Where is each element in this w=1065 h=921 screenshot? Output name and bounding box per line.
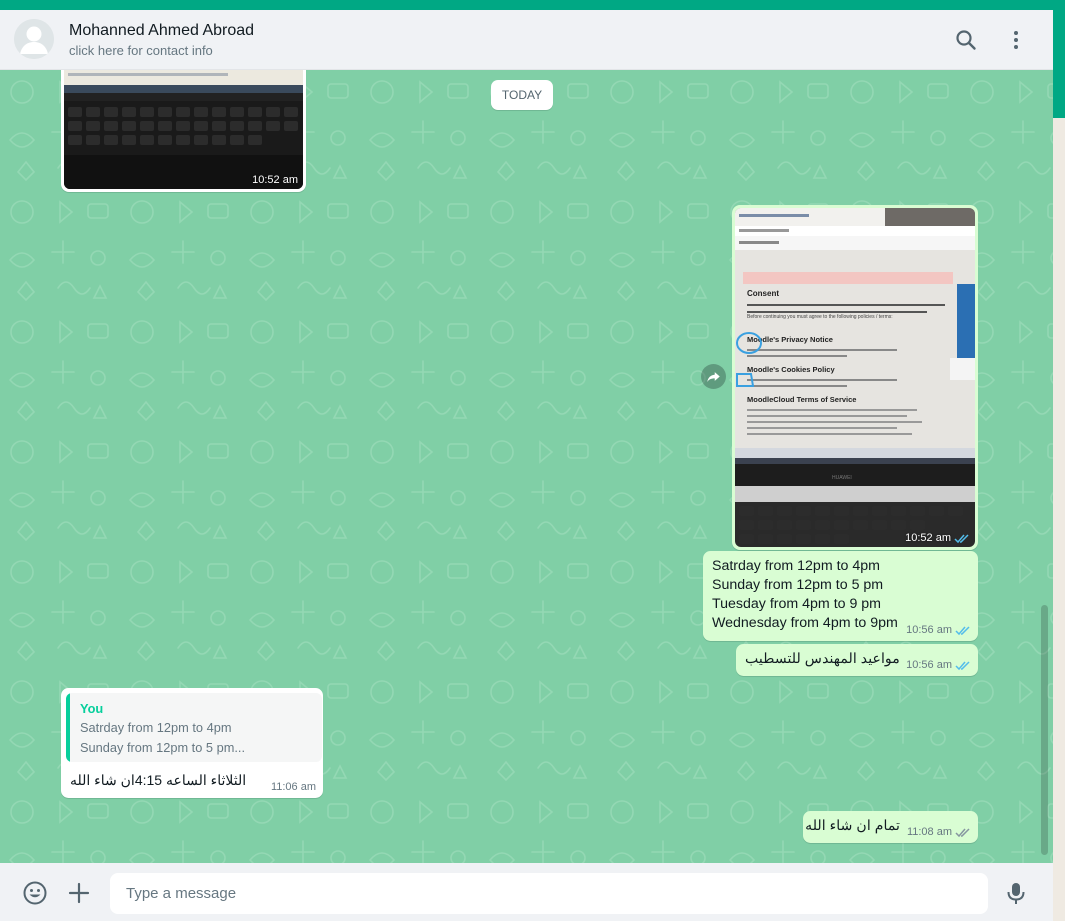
image-message[interactable]: Consent Before continuing you must agree… bbox=[732, 205, 978, 550]
message-time: 10:56 am bbox=[906, 659, 952, 671]
message-meta: 10:56 am bbox=[906, 624, 971, 636]
avatar[interactable] bbox=[14, 19, 54, 59]
message-time: 10:52 am bbox=[252, 174, 298, 186]
chat-panel[interactable]: TODAY 10:52 am Consent Before continuing… bbox=[0, 70, 1053, 863]
message-time: 10:56 am bbox=[906, 624, 952, 636]
message-line: Sunday from 12pm to 5 pm bbox=[712, 577, 884, 593]
message-line: مواعيد المهندس للتسطيب bbox=[745, 651, 900, 667]
attach-plus-icon[interactable] bbox=[66, 880, 92, 906]
message-line: Tuesday from 4pm to 9 pm bbox=[712, 596, 882, 612]
chat-header[interactable]: Mohanned Ahmed Abroad click here for con… bbox=[0, 10, 1053, 70]
message-photo[interactable] bbox=[64, 70, 303, 189]
message-meta: 11:08 am bbox=[907, 826, 971, 838]
default-avatar-icon bbox=[14, 19, 54, 59]
message-time: 11:06 am bbox=[270, 781, 316, 793]
message-bubble-outgoing[interactable]: Satrday from 12pm to 4pm Sunday from 12p… bbox=[703, 551, 978, 641]
double-check-icon bbox=[955, 827, 970, 837]
message-meta: 11:06 am bbox=[271, 781, 316, 793]
double-check-icon bbox=[954, 533, 969, 543]
message-bubble-incoming[interactable]: You Satrday from 12pm to 4pm Sunday from… bbox=[61, 688, 323, 798]
quote-line: Sunday from 12pm to 5 pm... bbox=[80, 740, 246, 755]
laptop-screen-photo: Consent Before continuing you must agree… bbox=[735, 208, 975, 547]
message-line: Satrday from 12pm to 4pm bbox=[712, 558, 880, 574]
message-photo[interactable]: Consent Before continuing you must agree… bbox=[735, 208, 975, 547]
message-meta: 10:52 am bbox=[252, 174, 298, 186]
double-check-icon bbox=[955, 660, 970, 670]
laptop-photo bbox=[64, 70, 303, 189]
double-check-icon bbox=[955, 625, 970, 635]
message-line: الثلاثاء الساعه 4:15ان شاء الله bbox=[70, 772, 247, 788]
message-time: 10:52 am bbox=[905, 532, 951, 544]
quoted-message[interactable]: You Satrday from 12pm to 4pm Sunday from… bbox=[66, 693, 322, 762]
contact-info-link[interactable]: click here for contact info bbox=[69, 43, 213, 58]
image-message[interactable]: 10:52 am bbox=[61, 70, 306, 192]
message-time: 11:08 am bbox=[906, 826, 952, 838]
photo-text-terms-of-service: MoodleCloud Terms of Service bbox=[747, 395, 856, 404]
message-line: تمام ان شاء الله bbox=[805, 818, 900, 834]
photo-text-cookies: Moodle's Cookies Policy bbox=[747, 365, 835, 374]
forward-icon bbox=[707, 372, 720, 383]
top-accent-bar bbox=[0, 0, 1065, 10]
chat-scrollbar[interactable] bbox=[1041, 605, 1048, 855]
compose-bar bbox=[0, 863, 1053, 921]
message-meta: 10:52 am bbox=[905, 532, 970, 544]
message-bubble-outgoing[interactable]: تمام ان شاء الله 11:08 am bbox=[803, 811, 978, 843]
menu-icon[interactable] bbox=[1004, 28, 1028, 52]
search-icon[interactable] bbox=[954, 28, 978, 52]
quote-accent-bar bbox=[66, 693, 70, 762]
message-input[interactable] bbox=[110, 873, 988, 914]
side-accent-bar bbox=[1053, 10, 1065, 118]
microphone-icon[interactable] bbox=[1003, 880, 1029, 906]
emoji-icon[interactable] bbox=[22, 880, 48, 906]
forward-button[interactable] bbox=[701, 364, 726, 389]
photo-text-brand: HUAWEI bbox=[832, 475, 852, 481]
photo-text-consent: Consent bbox=[747, 289, 779, 298]
quote-line: Satrday from 12pm to 4pm bbox=[80, 720, 232, 735]
contact-name[interactable]: Mohanned Ahmed Abroad bbox=[69, 22, 254, 40]
message-meta: 10:56 am bbox=[906, 659, 971, 671]
message-bubble-outgoing[interactable]: مواعيد المهندس للتسطيب 10:56 am bbox=[736, 644, 978, 676]
window-edge bbox=[1053, 118, 1065, 921]
quote-author: You bbox=[80, 701, 104, 716]
photo-text-terms: Before continuing you must agree to the … bbox=[747, 314, 893, 320]
date-divider: TODAY bbox=[491, 80, 553, 110]
